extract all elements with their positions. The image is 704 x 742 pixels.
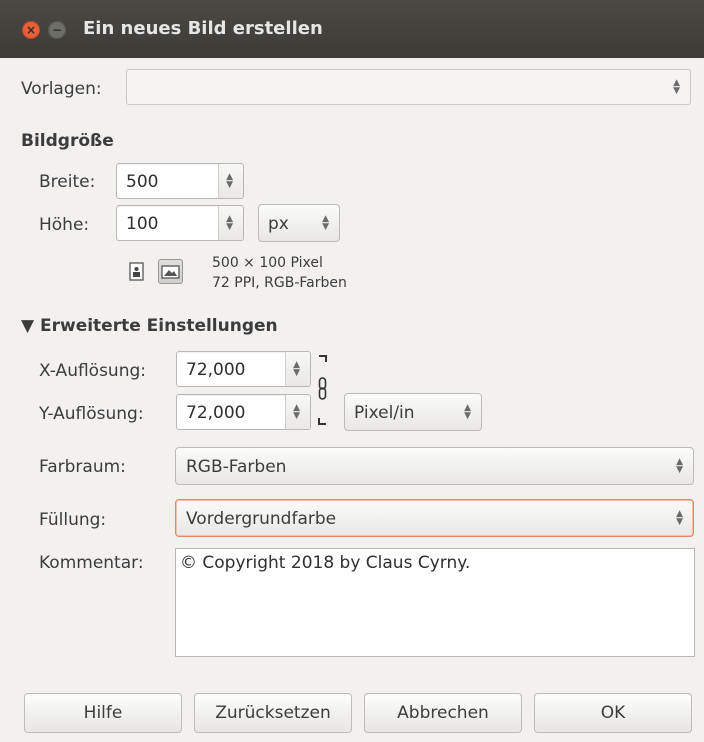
y-resolution-spinbox[interactable]: 72,000 ▲ ▼	[176, 394, 311, 430]
width-stepper[interactable]: ▲ ▼	[218, 164, 243, 198]
combo-arrows-icon: ▲ ▼	[676, 509, 683, 527]
size-unit-combo[interactable]: px ▲ ▼	[258, 204, 340, 242]
stepper-arrows-icon: ▲ ▼	[293, 403, 300, 421]
y-resolution-stepper[interactable]: ▲ ▼	[285, 395, 310, 429]
templates-label: Vorlagen:	[21, 79, 102, 99]
width-label: Breite:	[39, 172, 96, 192]
width-value: 500	[126, 172, 159, 192]
combo-arrows-icon: ▲ ▼	[676, 457, 683, 475]
height-label: Höhe:	[39, 215, 90, 235]
stepper-arrows-icon: ▲ ▼	[226, 214, 233, 232]
landscape-icon	[161, 265, 180, 279]
y-resolution-label: Y-Auflösung:	[39, 404, 144, 424]
fill-label: Füllung:	[39, 510, 107, 530]
window-title: Ein neues Bild erstellen	[83, 18, 323, 39]
combo-arrows-icon: ▲ ▼	[673, 78, 680, 96]
fill-value: Vordergrundfarbe	[186, 509, 337, 529]
size-info-line1: 500 × 100 Pixel	[212, 255, 323, 271]
x-resolution-stepper[interactable]: ▲ ▼	[285, 352, 310, 386]
stepper-arrows-icon: ▲ ▼	[293, 360, 300, 378]
close-icon: ×	[25, 23, 37, 37]
colorspace-value: RGB-Farben	[186, 457, 287, 477]
height-spinbox[interactable]: 100 ▲ ▼	[116, 205, 244, 241]
y-resolution-value: 72,000	[186, 403, 246, 423]
reset-button[interactable]: Zurücksetzen	[194, 693, 352, 733]
stepper-arrows-icon: ▲ ▼	[226, 172, 233, 190]
size-unit-value: px	[268, 214, 289, 234]
comment-label: Kommentar:	[39, 553, 144, 573]
minimize-button[interactable]: −	[48, 21, 66, 39]
templates-combo[interactable]: ▲ ▼	[126, 69, 691, 105]
combo-arrows-icon: ▲ ▼	[464, 403, 471, 421]
height-stepper[interactable]: ▲ ▼	[218, 206, 243, 240]
title-bar: × − Ein neues Bild erstellen	[0, 0, 704, 58]
help-button[interactable]: Hilfe	[24, 693, 182, 733]
x-resolution-value: 72,000	[186, 360, 246, 380]
x-resolution-spinbox[interactable]: 72,000 ▲ ▼	[176, 351, 311, 387]
colorspace-combo[interactable]: RGB-Farben ▲ ▼	[175, 447, 694, 485]
combo-arrows-icon: ▲ ▼	[322, 214, 329, 232]
fill-combo[interactable]: Vordergrundfarbe ▲ ▼	[175, 499, 694, 537]
advanced-expander[interactable]: ▼ Erweiterte Einstellungen	[21, 316, 278, 336]
portrait-button[interactable]	[124, 259, 149, 284]
image-size-heading: Bildgröße	[21, 131, 114, 151]
size-info-line2: 72 PPI, RGB-Farben	[212, 275, 347, 291]
resolution-unit-combo[interactable]: Pixel/in ▲ ▼	[344, 393, 482, 431]
comment-value: © Copyright 2018 by Claus Cyrny.	[180, 553, 471, 573]
resolution-unit-value: Pixel/in	[354, 403, 415, 423]
comment-textarea[interactable]: © Copyright 2018 by Claus Cyrny.	[175, 548, 695, 657]
minimize-icon: −	[51, 23, 63, 37]
height-value: 100	[126, 214, 159, 234]
landscape-button[interactable]	[158, 259, 183, 284]
x-resolution-label: X-Auflösung:	[39, 361, 146, 381]
width-spinbox[interactable]: 500 ▲ ▼	[116, 163, 244, 199]
ok-button[interactable]: OK	[534, 693, 692, 733]
chain-link-icon[interactable]	[316, 350, 330, 430]
close-button[interactable]: ×	[22, 21, 40, 39]
portrait-icon	[129, 262, 144, 281]
colorspace-label: Farbraum:	[39, 457, 126, 477]
cancel-button[interactable]: Abbrechen	[364, 693, 522, 733]
